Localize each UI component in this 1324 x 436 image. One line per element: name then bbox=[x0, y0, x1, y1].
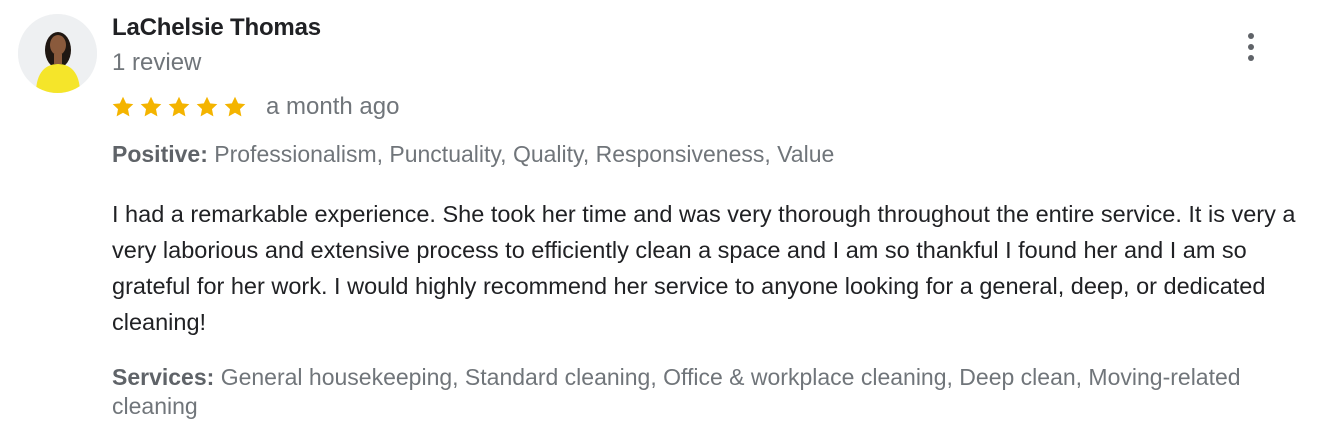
star-icon bbox=[112, 96, 134, 117]
star-icon bbox=[224, 96, 246, 117]
star-rating bbox=[110, 94, 248, 120]
more-vert-icon bbox=[1248, 33, 1254, 39]
review-text: I had a remarkable experience. She took … bbox=[112, 201, 1296, 335]
services-list: Services: General housekeeping, Standard… bbox=[112, 363, 1302, 421]
review-count: 1 review bbox=[112, 49, 202, 76]
reviewer-avatar[interactable] bbox=[18, 14, 97, 93]
star-icon bbox=[140, 96, 162, 117]
more-options-button[interactable] bbox=[1234, 28, 1268, 66]
star-icon bbox=[168, 96, 190, 117]
positive-label: Positive: bbox=[112, 141, 208, 167]
positive-values: Professionalism, Punctuality, Quality, R… bbox=[214, 141, 835, 167]
review-time: a month ago bbox=[266, 93, 400, 120]
positive-attributes: Positive: Professionalism, Punctuality, … bbox=[112, 141, 834, 168]
services-label: Services: bbox=[112, 364, 215, 390]
star-icon bbox=[196, 96, 218, 117]
rating-row: a month ago bbox=[110, 93, 399, 121]
services-values: General housekeeping, Standard cleaning,… bbox=[112, 364, 1241, 419]
reviewer-name[interactable]: LaChelsie Thomas bbox=[112, 14, 321, 42]
person-avatar-icon bbox=[18, 14, 97, 93]
